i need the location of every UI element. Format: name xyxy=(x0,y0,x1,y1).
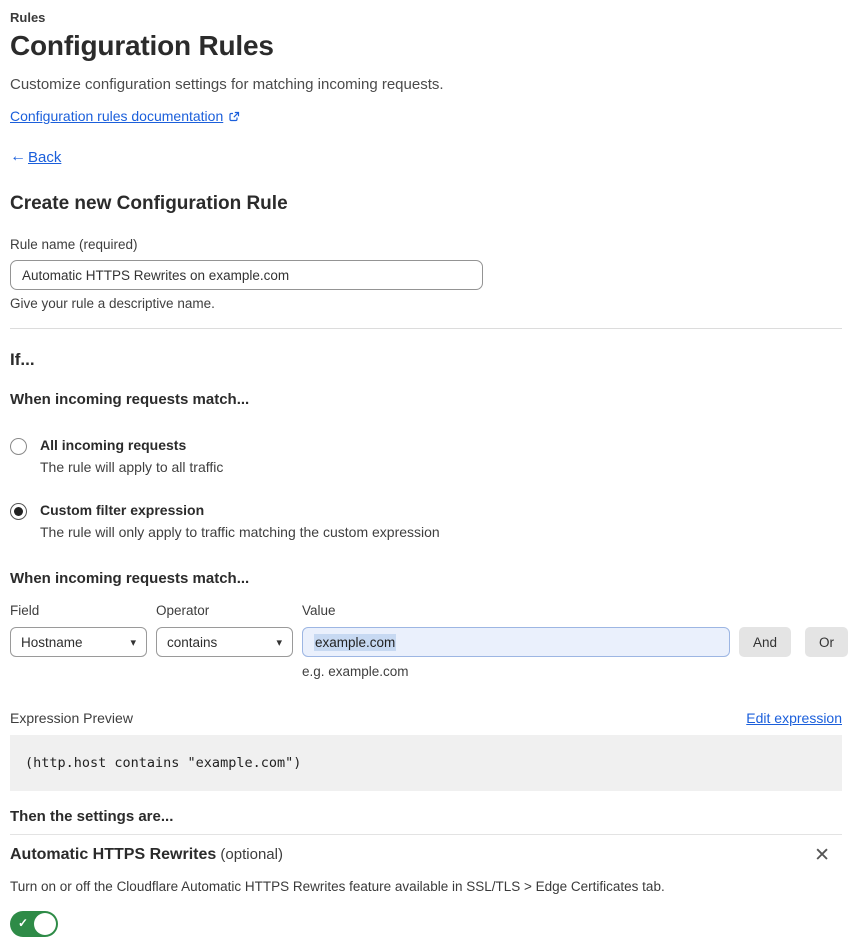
radio-option-custom-filter: Custom filter expression The rule will o… xyxy=(10,502,842,540)
or-button[interactable]: Or xyxy=(805,627,849,657)
check-icon: ✓ xyxy=(18,916,29,930)
and-button[interactable]: And xyxy=(739,627,792,657)
expression-builder-title: When incoming requests match... xyxy=(10,570,250,587)
expression-preview-code: (http.host contains "example.com") xyxy=(10,735,842,791)
back-row: ← Back xyxy=(10,148,842,166)
value-label: Value xyxy=(302,603,336,618)
chevron-down-icon: ▾ xyxy=(130,636,136,649)
value-input-text: example.com xyxy=(314,633,397,651)
rule-name-label: Rule name (required) xyxy=(10,237,138,252)
setting-description: Turn on or off the Cloudflare Automatic … xyxy=(10,879,665,894)
if-section-title: If... xyxy=(10,350,35,369)
operator-label: Operator xyxy=(156,603,210,618)
toggle-knob xyxy=(34,913,56,935)
setting-name: Automatic HTTPS Rewrites xyxy=(10,846,217,863)
andor-buttons: And Or xyxy=(739,627,849,657)
operator-column: Operator contains ▾ xyxy=(156,603,293,657)
expression-preview-label: Expression Preview xyxy=(10,710,133,726)
chevron-down-icon: ▾ xyxy=(276,636,282,649)
value-column: Value example.com e.g. example.com xyxy=(302,603,730,679)
radio-all-incoming-requests[interactable] xyxy=(10,438,27,455)
back-link[interactable]: Back xyxy=(28,149,61,166)
external-link-icon xyxy=(228,110,240,122)
automatic-https-rewrites-toggle[interactable]: ✓ xyxy=(10,911,58,937)
back-arrow-icon: ← xyxy=(10,148,26,165)
rule-name-help: Give your rule a descriptive name. xyxy=(10,296,215,311)
close-icon[interactable]: ✕ xyxy=(810,846,834,865)
operator-select[interactable]: contains ▾ xyxy=(156,627,293,657)
radio-texts: All incoming requests The rule will appl… xyxy=(40,437,223,475)
value-hint: e.g. example.com xyxy=(302,664,409,679)
section-divider xyxy=(10,328,842,329)
setting-optional-label: (optional) xyxy=(216,846,283,863)
radio-option-all-requests: All incoming requests The rule will appl… xyxy=(10,437,842,475)
expression-builder-row: Field Hostname ▾ Operator contains ▾ Val… xyxy=(10,603,849,679)
value-input[interactable]: example.com xyxy=(302,627,730,657)
radio-desc-all-requests: The rule will apply to all traffic xyxy=(40,459,224,475)
field-select[interactable]: Hostname ▾ xyxy=(10,627,147,657)
field-column: Field Hostname ▾ xyxy=(10,603,147,657)
documentation-link[interactable]: Configuration rules documentation xyxy=(10,108,223,124)
then-section-title: Then the settings are... xyxy=(10,808,174,825)
match-label: When incoming requests match... xyxy=(10,391,250,408)
field-select-value: Hostname xyxy=(21,634,83,650)
operator-select-value: contains xyxy=(167,634,218,650)
radio-label-custom-filter[interactable]: Custom filter expression xyxy=(40,502,440,518)
rule-name-input[interactable] xyxy=(10,260,483,290)
breadcrumb: Rules xyxy=(10,10,46,25)
radio-desc-custom-filter: The rule will only apply to traffic matc… xyxy=(40,524,440,540)
radio-custom-filter-expression[interactable] xyxy=(10,503,27,520)
edit-expression-link[interactable]: Edit expression xyxy=(746,710,842,726)
setting-title: Automatic HTTPS Rewrites (optional) xyxy=(10,846,283,864)
radio-label-all-requests[interactable]: All incoming requests xyxy=(40,437,223,453)
create-rule-section-title: Create new Configuration Rule xyxy=(10,193,288,214)
documentation-link-row: Configuration rules documentation xyxy=(10,108,842,124)
setting-divider xyxy=(10,834,842,835)
expression-preview-row: Expression Preview Edit expression xyxy=(10,710,842,726)
radio-texts: Custom filter expression The rule will o… xyxy=(40,502,440,540)
setting-header: Automatic HTTPS Rewrites (optional) ✕ xyxy=(10,846,842,865)
page-title: Configuration Rules xyxy=(10,30,274,61)
field-label: Field xyxy=(10,603,40,618)
page-subtitle: Customize configuration settings for mat… xyxy=(10,76,444,93)
